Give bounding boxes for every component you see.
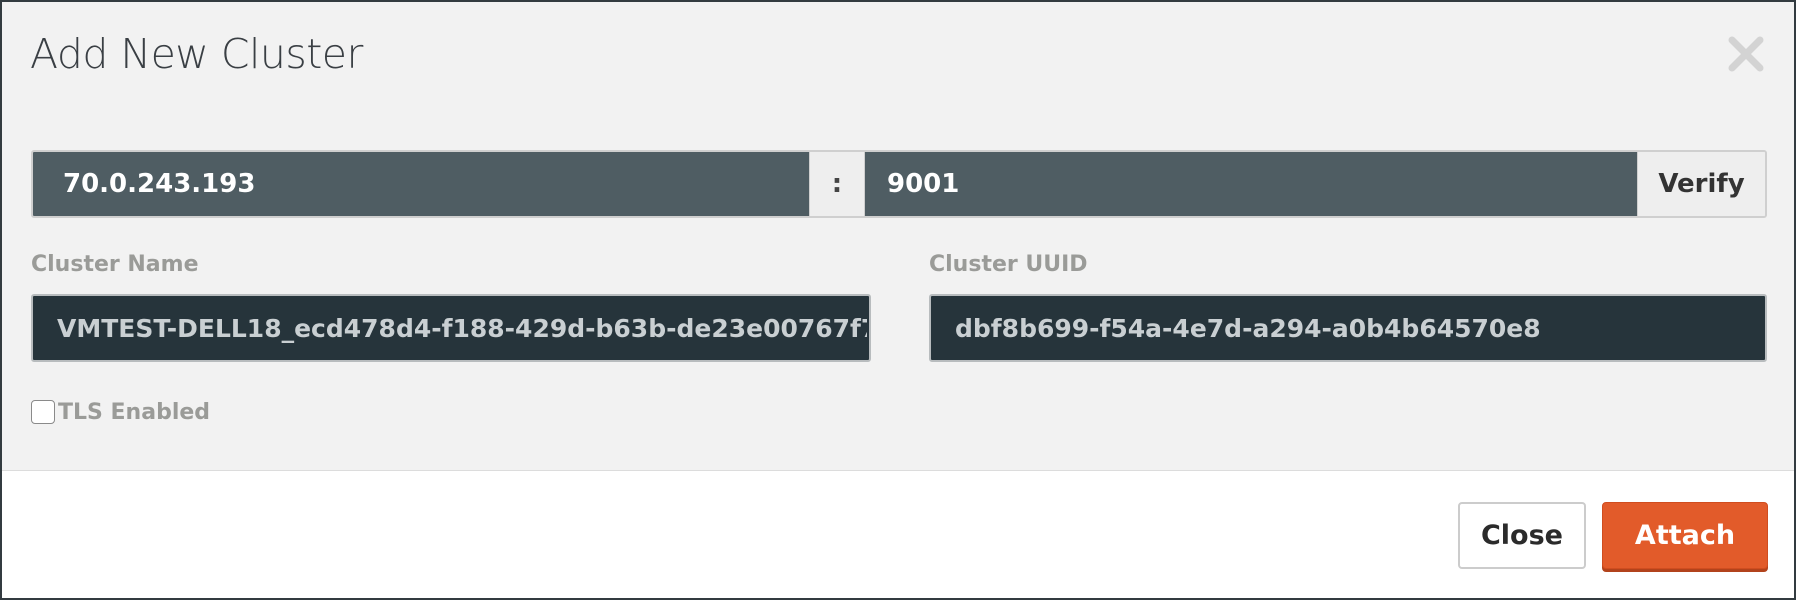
close-icon[interactable] (1726, 34, 1766, 74)
add-cluster-dialog: Add New Cluster : Verify Cluster Name Cl… (0, 0, 1796, 600)
cluster-uuid-label: Cluster UUID (929, 252, 1088, 277)
tls-enabled-label[interactable]: TLS Enabled (58, 400, 210, 425)
verify-button[interactable]: Verify (1637, 152, 1765, 216)
port-input[interactable] (865, 152, 1637, 216)
close-button[interactable]: Close (1458, 502, 1586, 569)
cluster-name-label: Cluster Name (31, 252, 199, 277)
cluster-uuid-input[interactable] (929, 294, 1767, 362)
endpoint-row: : Verify (31, 150, 1767, 218)
tls-enabled-checkbox[interactable] (31, 400, 55, 424)
cluster-name-input[interactable] (31, 294, 871, 362)
host-port-separator: : (809, 152, 865, 216)
host-input[interactable] (33, 152, 809, 216)
attach-button[interactable]: Attach (1602, 502, 1768, 569)
dialog-body: Add New Cluster : Verify Cluster Name Cl… (2, 2, 1794, 471)
tls-row: TLS Enabled (31, 398, 210, 426)
dialog-title: Add New Cluster (30, 30, 363, 78)
